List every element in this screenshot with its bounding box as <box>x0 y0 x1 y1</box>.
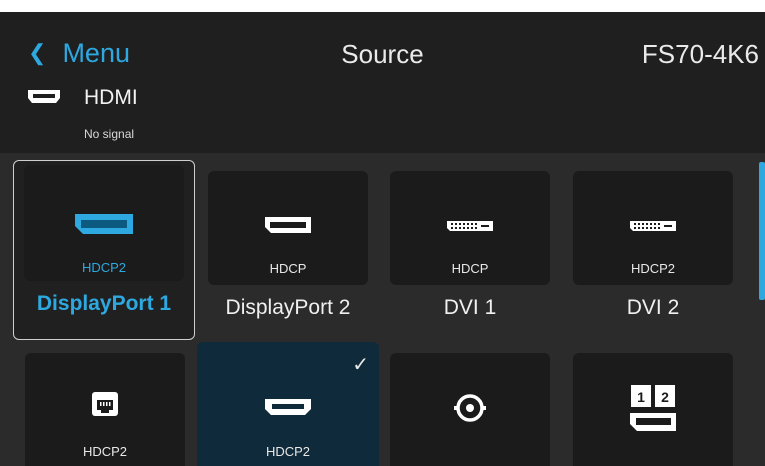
hdcp-badge: HDCP <box>269 261 307 276</box>
dvi-icon <box>573 220 733 232</box>
checkmark-icon: ✓ <box>352 354 369 376</box>
model-name: FS70-4K6 <box>641 39 759 69</box>
dual-displayport-icon: 1 2 <box>573 383 733 437</box>
hdmi-port-icon <box>197 398 379 416</box>
source-tile-displayport-1[interactable]: HDCP2 DisplayPort 1 <box>13 160 195 340</box>
top-strip <box>0 0 765 12</box>
tile-bg: HDCP2 <box>24 165 184 281</box>
hdmi-port-icon <box>27 89 61 110</box>
source-label: DVI 2 <box>626 296 680 319</box>
displayport-icon <box>208 216 368 234</box>
current-source-status: No signal <box>84 127 135 141</box>
source-tile-hdbaset[interactable]: HDCP2 <box>25 353 185 466</box>
sdi-bnc-icon <box>390 391 550 425</box>
source-tile-dvi-1[interactable]: HDCP <box>390 171 550 285</box>
source-tile-sdi[interactable] <box>390 353 550 466</box>
current-source-name: HDMI <box>84 86 138 109</box>
hdcp-badge: HDCP2 <box>630 261 676 276</box>
hdcp-badge: HDCP <box>451 261 489 276</box>
displayport-icon <box>24 213 184 235</box>
header-bar: ❮ Menu Source FS70-4K6 HDMI No signal <box>0 12 765 153</box>
source-tile-displayport-2[interactable]: HDCP <box>208 171 368 285</box>
source-label: DVI 1 <box>443 296 497 319</box>
source-tile-dvi-2[interactable]: HDCP2 <box>573 171 733 285</box>
hdcp-badge: HDCP2 <box>81 260 127 275</box>
scrollbar[interactable] <box>759 162 765 300</box>
hdcp-badge: HDCP2 <box>82 444 128 459</box>
hdbaset-icon <box>25 391 185 417</box>
source-tile-hdmi[interactable]: ✓ HDCP2 <box>197 342 379 466</box>
hdcp-badge: HDCP2 <box>265 444 311 459</box>
source-label: DisplayPort 1 <box>36 292 172 315</box>
svg-text:1: 1 <box>637 389 645 405</box>
source-label: DisplayPort 2 <box>225 296 351 319</box>
source-tile-dual-displayport[interactable]: 1 2 <box>573 353 733 466</box>
dvi-icon <box>390 220 550 232</box>
svg-text:2: 2 <box>661 389 669 405</box>
